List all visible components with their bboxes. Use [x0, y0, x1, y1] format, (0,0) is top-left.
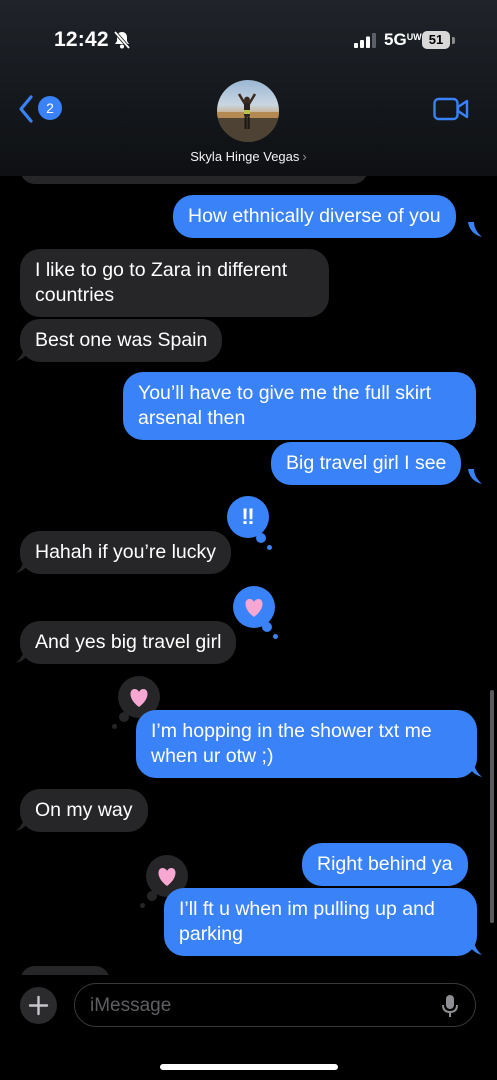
home-indicator[interactable]: [160, 1064, 338, 1070]
message-text: On my way: [35, 799, 133, 821]
status-bar: 12:42 5GUW 51: [0, 0, 497, 80]
reaction-tail: [267, 545, 272, 550]
reaction-tail: [140, 903, 145, 908]
message-bubble-outgoing[interactable]: You’ll have to give me the full skirt ar…: [123, 372, 476, 440]
avatar-photo: [217, 93, 279, 142]
message-bubble-outgoing[interactable]: Right behind ya: [302, 843, 468, 886]
message-bubble-outgoing[interactable]: I’m hopping in the shower txt me when ur…: [136, 710, 477, 778]
contact-name-label: Skyla Hinge Vegas: [190, 149, 300, 164]
bubble-tail: [468, 469, 482, 484]
reaction-tail: [112, 724, 117, 729]
message-bubble-outgoing[interactable]: Big travel girl I see: [271, 442, 462, 485]
message-text: Hahah if you’re lucky: [35, 541, 217, 563]
plus-icon: [28, 995, 49, 1016]
message-input[interactable]: iMessage: [74, 983, 476, 1027]
back-button[interactable]: 2: [18, 94, 64, 126]
message-text: Big travel girl I see: [286, 452, 447, 474]
battery-level: 51: [428, 32, 444, 47]
double-exclamation-icon: ‼: [241, 504, 255, 529]
reaction-tail: [119, 712, 129, 722]
bubble-tail: [16, 558, 30, 573]
video-camera-icon[interactable]: [433, 96, 469, 122]
bubble-tail: [468, 222, 482, 237]
network-type: 5GUW: [384, 30, 422, 49]
avatar[interactable]: [217, 80, 279, 142]
bubble-tail: [16, 816, 30, 831]
message-text: And yes big travel girl: [35, 631, 222, 653]
reaction-tail: [262, 622, 272, 632]
plus-button[interactable]: [20, 987, 57, 1024]
unread-count-badge: 2: [38, 96, 62, 120]
message-bubble-incoming[interactable]: Best one was Spain: [20, 319, 223, 362]
signal-icon: [354, 33, 376, 48]
scrollbar[interactable]: [490, 690, 494, 923]
chevron-right-icon: ›: [302, 149, 307, 164]
message-bubble-incoming[interactable]: On my way: [20, 789, 148, 832]
reaction-tail: [273, 634, 278, 639]
message-bubble-outgoing[interactable]: How ethnically diverse of you: [173, 195, 456, 238]
contact-name[interactable]: Skyla Hinge Vegas ›: [0, 149, 497, 164]
battery-icon: 51: [422, 31, 450, 49]
battery-tip: [452, 37, 455, 44]
conversation-header: 12:42 5GUW 51 2 Skyla Hinge Vegas ›: [0, 0, 497, 176]
status-time: 12:42: [54, 28, 109, 51]
message-text: Right behind ya: [317, 853, 453, 875]
message-bubble-incoming[interactable]: And yes big travel girl: [20, 621, 237, 664]
message-text: Best one was Spain: [35, 329, 208, 351]
back-chevron-icon: [19, 95, 33, 123]
bubble-tail: [468, 762, 482, 777]
message-bubble-incoming[interactable]: I like to go to Zara in different countr…: [20, 249, 329, 317]
message-text: I’m hopping in the shower txt me when ur…: [151, 720, 432, 767]
message-text: How ethnically diverse of you: [188, 205, 441, 227]
message-bubble-outgoing[interactable]: I’ll ft u when im pulling up and parking: [164, 888, 477, 956]
bubble-tail: [16, 648, 30, 663]
message-bubble-incoming[interactable]: Hahah if you’re lucky: [20, 531, 232, 574]
bubble-tail: [468, 940, 482, 955]
reaction-tail: [147, 891, 157, 901]
message-text: I like to go to Zara in different countr…: [35, 259, 288, 306]
message-input-placeholder: iMessage: [90, 995, 172, 1016]
reaction-tail: [256, 533, 266, 543]
bell-slash-icon: [113, 30, 131, 50]
reaction-badge[interactable]: ‼: [227, 496, 269, 538]
bubble-tail: [16, 346, 30, 361]
microphone-icon[interactable]: [441, 994, 459, 1018]
message-text: I’ll ft u when im pulling up and parking: [179, 898, 435, 945]
message-text: You’ll have to give me the full skirt ar…: [138, 382, 432, 429]
